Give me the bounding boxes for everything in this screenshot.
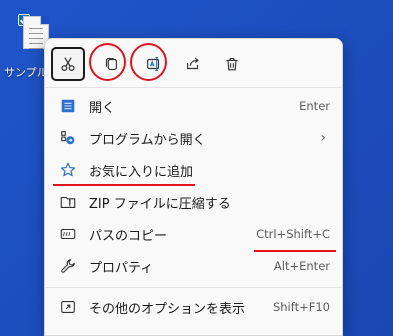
shortcut-label: Alt+Enter — [273, 259, 330, 273]
shortcut-label: Shift+F10 — [272, 300, 330, 314]
menu-item-properties[interactable]: プロパティ Alt+Enter — [45, 250, 342, 282]
menu-item-more-options[interactable]: その他のオプションを表示 Shift+F10 — [45, 291, 342, 323]
zip-folder-icon — [59, 193, 77, 211]
menu-item-label: プログラムから開く — [89, 132, 206, 148]
menu-item-copy-path[interactable]: パスのコピー Ctrl+Shift+C — [45, 218, 342, 250]
annotation-circle-rename — [130, 43, 167, 81]
menu-item-label: プロパティ — [89, 260, 154, 276]
menu-item-label: 開く — [89, 100, 116, 116]
open-with-icon — [59, 129, 77, 147]
copy-path-icon — [59, 225, 77, 243]
open-app-icon — [59, 97, 77, 115]
menu-divider — [45, 287, 342, 288]
shortcut-label: Ctrl+Shift+C — [256, 227, 330, 241]
menu-item-label: お気に入りに追加 — [89, 164, 194, 180]
star-icon — [59, 161, 77, 179]
context-menu: 開く Enter プログラムから開く › お気に入りに追加 ZIP ファイルに圧… — [44, 38, 343, 336]
shortcut-label: Enter — [299, 99, 330, 113]
scissors-icon — [61, 57, 75, 72]
more-options-icon — [59, 298, 77, 316]
menu-item-label: ZIP ファイルに圧縮する — [89, 196, 231, 212]
cut-button[interactable] — [51, 47, 85, 81]
menu-item-label: パスのコピー — [89, 228, 168, 244]
share-button[interactable] — [176, 47, 210, 81]
wrench-icon — [59, 257, 77, 275]
menu-item-label: その他のオプションを表示 — [89, 301, 246, 317]
share-icon — [187, 57, 199, 70]
trash-icon — [226, 58, 238, 71]
toolbar-divider — [45, 87, 342, 88]
menu-item-add-favorite[interactable]: お気に入りに追加 — [45, 154, 342, 186]
menu-item-compress-zip[interactable]: ZIP ファイルに圧縮する — [45, 186, 342, 218]
chevron-right-icon: › — [320, 130, 326, 146]
menu-item-open-with[interactable]: プログラムから開く › — [45, 122, 342, 154]
annotation-circle-copy — [89, 43, 126, 81]
menu-item-open[interactable]: 開く Enter — [45, 90, 342, 122]
delete-button[interactable] — [215, 47, 249, 81]
